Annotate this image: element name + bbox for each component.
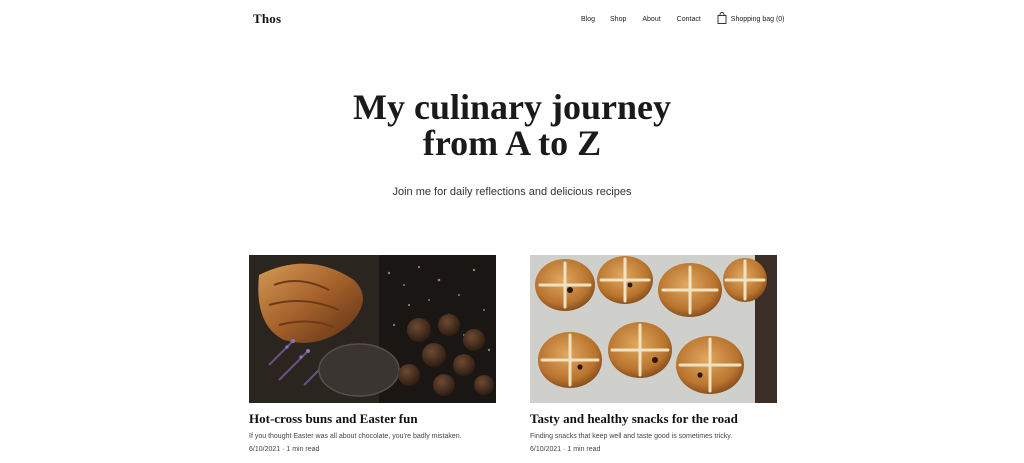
hero-subtitle: Join me for daily reflections and delici… — [392, 186, 632, 198]
nav-link-blog[interactable]: Blog — [581, 16, 595, 23]
hero-title-line-2: from A to Z — [422, 123, 602, 163]
post-meta: 6/10/2021 · 1 min read — [249, 446, 320, 453]
post-excerpt: Finding snacks that keep well and taste … — [530, 433, 733, 440]
post-title[interactable]: Hot-cross buns and Easter fun — [249, 411, 496, 427]
blog-post-card[interactable]: Hot-cross buns and Easter fun If you tho… — [249, 255, 496, 453]
main-nav: Blog Shop About Contact Shopping bag (0) — [581, 12, 785, 24]
shopping-bag-label: Shopping bag (0) — [730, 16, 785, 23]
post-meta: 6/10/2021 · 1 min read — [530, 446, 601, 453]
hero-title-line-1: My culinary journey — [353, 87, 671, 127]
post-image-croissant-truffles[interactable] — [249, 255, 496, 403]
page: Thos Blog Shop About Contact Shopping ba… — [0, 0, 1024, 463]
site-logo[interactable]: Thos — [253, 11, 281, 27]
hero-title: My culinary journey from A to Z — [0, 89, 1024, 161]
nav-link-about[interactable]: About — [642, 16, 660, 23]
post-image-hot-cross-buns[interactable] — [530, 255, 777, 403]
post-excerpt: If you thought Easter was all about choc… — [249, 433, 462, 440]
post-title[interactable]: Tasty and healthy snacks for the road — [530, 411, 777, 427]
shopping-bag-button[interactable]: Shopping bag (0) — [717, 12, 785, 24]
shopping-bag-icon — [717, 12, 727, 24]
blog-post-card[interactable]: Tasty and healthy snacks for the road Fi… — [530, 255, 777, 453]
nav-link-shop[interactable]: Shop — [610, 16, 626, 23]
nav-link-contact[interactable]: Contact — [677, 16, 701, 23]
site-header: Thos Blog Shop About Contact Shopping ba… — [0, 0, 1024, 40]
